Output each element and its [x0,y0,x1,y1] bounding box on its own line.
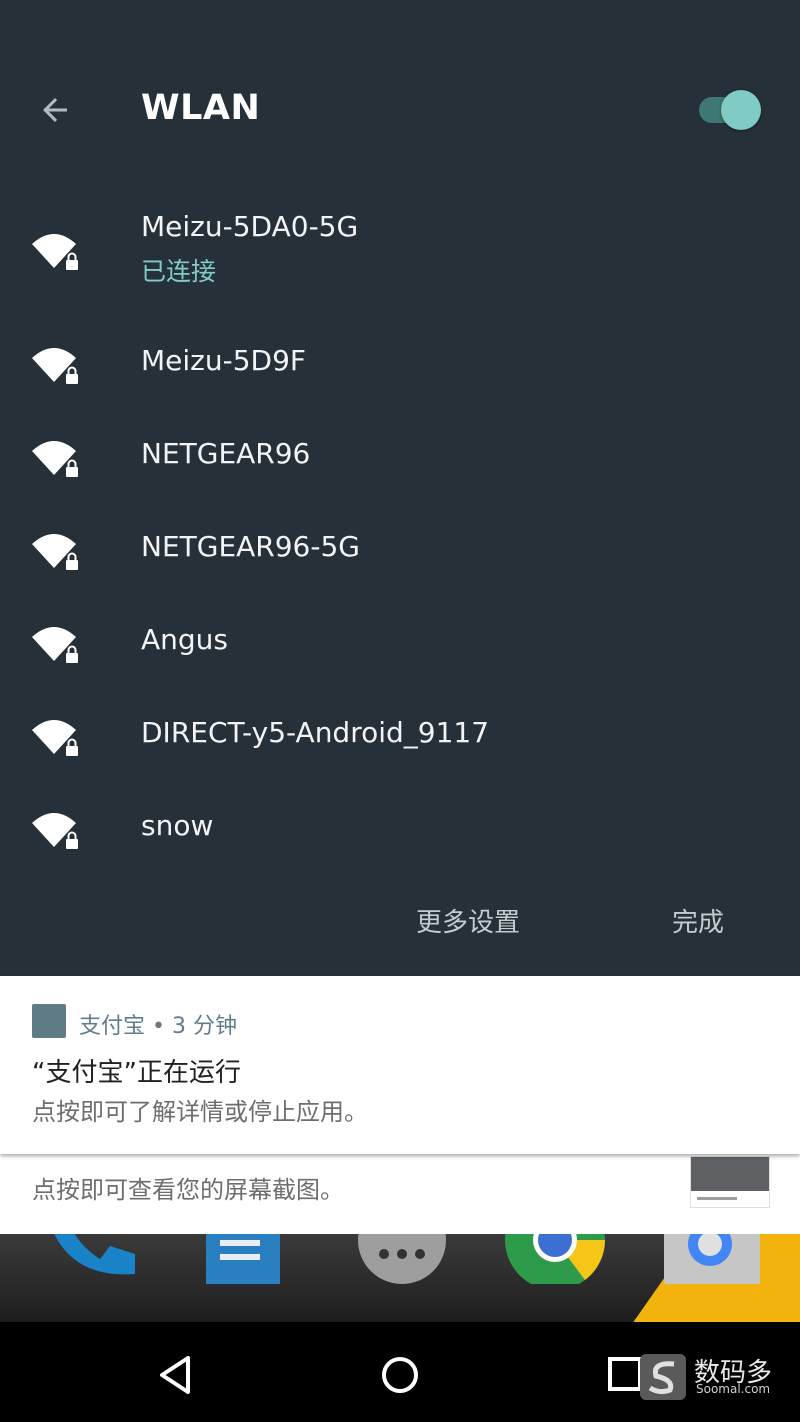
network-name: Angus [141,623,229,656]
wifi-lock-icon [32,348,78,384]
camera-icon [664,1234,760,1284]
network-item[interactable]: Angus [0,599,800,692]
triangle-back-icon[interactable] [152,1350,202,1400]
network-item[interactable]: Meizu-5D9F [0,320,800,413]
network-name: Meizu-5DA0-5G [141,210,359,243]
wifi-toggle[interactable] [697,87,765,133]
wifi-lock-icon [32,813,78,849]
notification-alipay[interactable]: 支付宝 • 3 分钟 “支付宝”正在运行 点按即可了解详情或停止应用。 [0,976,800,1154]
watermark-subtext: Soomal.com [696,1382,771,1396]
network-list: Meizu-5DA0-5G 已连接 Meizu-5D9F NETGEAR96 N… [0,200,800,878]
screenshot-thumbnail [690,1156,770,1208]
notification-screenshot[interactable]: 点按即可查看您的屏幕截图。 [0,1154,800,1234]
messages-icon [206,1234,280,1284]
wifi-lock-icon [32,441,78,477]
network-name: snow [141,809,214,842]
wifi-lock-icon [32,627,78,663]
network-item[interactable]: Meizu-5DA0-5G 已连接 [0,200,800,320]
apps-drawer-icon [358,1234,446,1284]
circle-home-icon[interactable] [375,1350,425,1400]
network-status: 已连接 [141,257,217,286]
home-screen-peek [0,1234,800,1322]
network-name: NETGEAR96 [141,437,311,470]
more-settings-button[interactable]: 更多设置 [416,902,520,939]
notification-text: 点按即可了解详情或停止应用。 [32,1098,368,1126]
notification-time: 3 分钟 [172,1014,237,1039]
navigation-bar: 数码多 Soomal.com [0,1322,800,1422]
watermark-logo-icon [640,1354,686,1400]
network-item[interactable]: snow [0,785,800,878]
notification-text: 点按即可查看您的屏幕截图。 [32,1176,344,1204]
wifi-lock-icon [32,234,78,270]
phone-icon [54,1234,135,1275]
network-name: DIRECT-y5-Android_9117 [141,716,490,749]
done-button[interactable]: 完成 [672,902,724,939]
panel-actions: 更多设置 完成 [0,880,800,960]
watermark: 数码多 Soomal.com [640,1352,790,1402]
page-title: WLAN [141,88,261,128]
wifi-lock-icon [32,534,78,570]
alipay-app-icon [32,1004,66,1038]
toggle-thumb [721,90,761,130]
header: WLAN [0,60,800,160]
separator: • [152,1014,165,1039]
arrow-left-icon [43,98,67,122]
network-item[interactable]: DIRECT-y5-Android_9117 [0,692,800,785]
notification-header: 支付宝 • 3 分钟 [79,1008,237,1040]
app-name: 支付宝 [79,1014,146,1039]
wifi-lock-icon [32,720,78,756]
back-button[interactable] [30,85,80,135]
network-name: Meizu-5D9F [141,344,307,377]
thumbnail-line [697,1197,737,1200]
notification-title: “支付宝”正在运行 [32,1058,241,1088]
network-item[interactable]: NETGEAR96 [0,413,800,506]
network-item[interactable]: NETGEAR96-5G [0,506,800,599]
chrome-icon [505,1234,605,1284]
thumbnail-bar [691,1157,769,1191]
wlan-panel: WLAN Meizu-5DA0-5G 已连接 Meizu-5D9F NETGEA… [0,0,800,976]
network-name: NETGEAR96-5G [141,530,360,563]
